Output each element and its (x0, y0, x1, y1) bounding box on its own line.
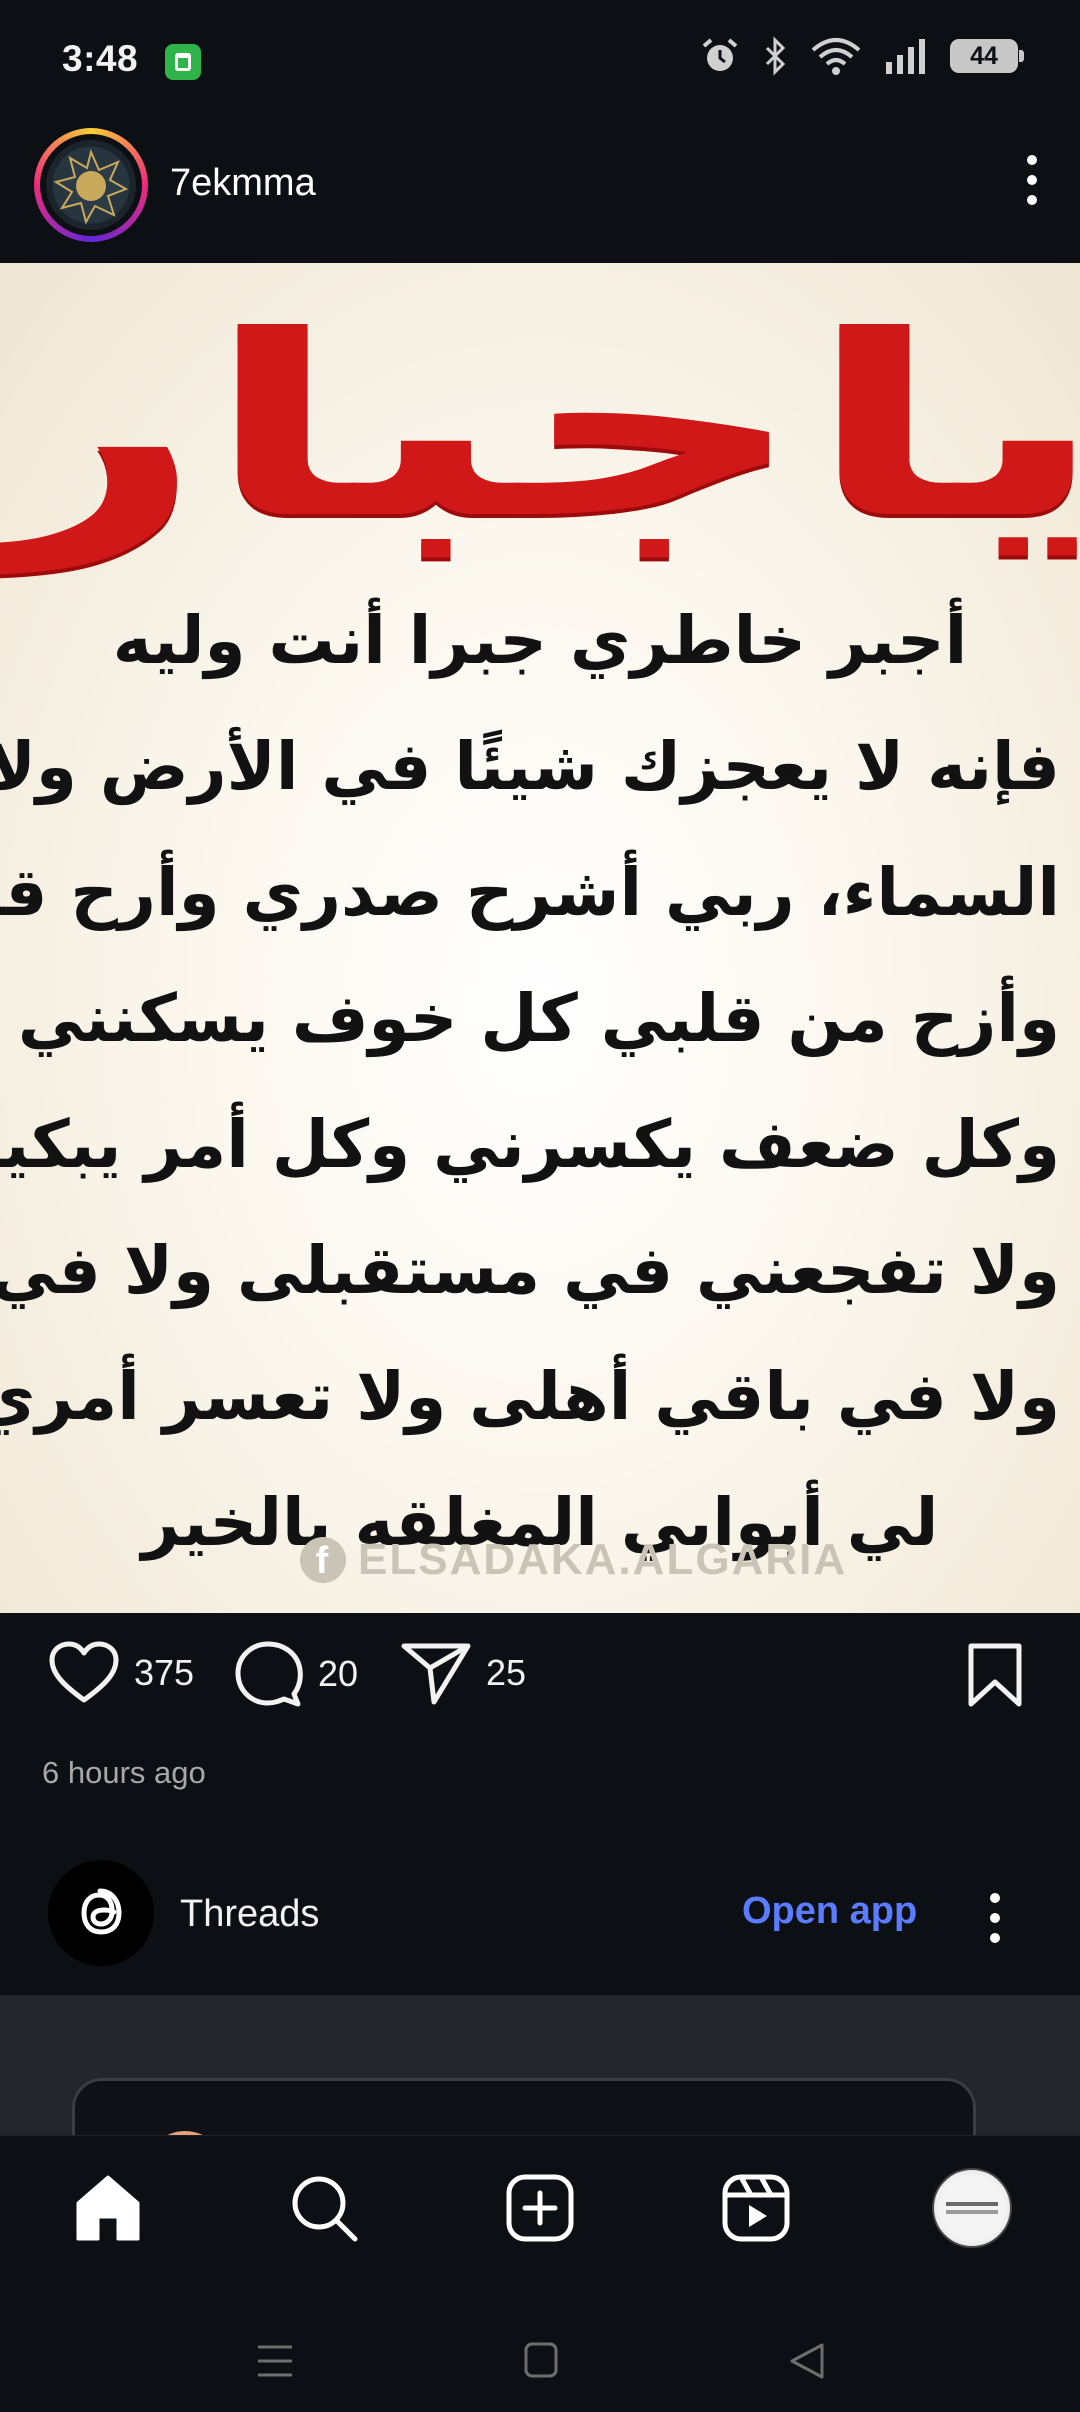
image-text-block: أجبر خاطري جبرا أنت وليه فإنه لا يعجزك ش… (0, 578, 1060, 1586)
nav-reels[interactable] (716, 2168, 796, 2248)
status-icons: 44 (700, 36, 1024, 76)
search-icon (292, 2176, 358, 2242)
create-icon (506, 2174, 574, 2242)
comment-button[interactable]: 20 (234, 1640, 358, 1708)
recents-icon[interactable] (255, 2343, 295, 2379)
nav-home[interactable] (68, 2168, 148, 2248)
status-bar: 3:48 44 (0, 0, 1080, 125)
threads-name: Threads (180, 1893, 320, 1935)
signal-icon (886, 39, 925, 74)
image-watermark: f ELSADAKA.ALGARIA (300, 1535, 847, 1585)
status-time: 3:48 (62, 38, 139, 79)
facebook-icon: f (300, 1537, 346, 1583)
avatar[interactable] (46, 140, 136, 230)
bluetooth-icon (765, 36, 786, 76)
open-app-button[interactable]: Open app (742, 1890, 917, 1933)
share-button[interactable]: 25 (400, 1640, 526, 1706)
system-nav-bar (0, 2285, 1080, 2412)
image-text-line: وكل ضعف يكسرني وكل أمر يبكيني (0, 1106, 1060, 1183)
like-count: 375 (134, 1652, 195, 1693)
like-button[interactable]: 375 (48, 1640, 194, 1706)
reels-icon (722, 2174, 790, 2242)
image-text-line: ولا في باقي أهلى ولا تعسر أمري وأفتح (0, 1358, 1060, 1435)
nav-create[interactable] (500, 2168, 580, 2248)
image-text-line: وأزح من قلبي كل خوف يسكنني (17, 980, 1060, 1057)
watermark-text: ELSADAKA.ALGARIA (358, 1535, 848, 1584)
comment-count: 20 (318, 1653, 359, 1694)
battery-icon: 44 (950, 39, 1024, 73)
share-count: 25 (486, 1652, 527, 1693)
back-icon[interactable] (788, 2341, 826, 2381)
post-header (0, 125, 1080, 263)
next-post-card[interactable] (72, 2078, 976, 2135)
threads-more-icon[interactable] (980, 1888, 1010, 1948)
story-ring[interactable] (34, 128, 148, 242)
profile-avatar (932, 2168, 1012, 2248)
home-icon (76, 2175, 140, 2241)
post-username[interactable]: 7ekmma (170, 162, 316, 205)
next-post-area (0, 1995, 1080, 2135)
alarm-icon (702, 38, 738, 71)
image-text-line: ولا تفجعني في مستقبلى ولا في نفسي (0, 1232, 1060, 1309)
image-text-line: أجبر خاطري جبرا أنت وليه (112, 602, 968, 679)
comment-icon (235, 1641, 303, 1707)
share-icon (401, 1643, 471, 1705)
post-image[interactable]: ياجبار أجبر خاطري جبرا أنت وليه فإنه لا … (0, 263, 1080, 1613)
notification-app-icon (165, 44, 201, 80)
post-timestamp: 6 hours ago (42, 1755, 206, 1790)
nav-search[interactable] (284, 2168, 364, 2248)
image-text-line: السماء، ربي أشرح صدري وأرح قلبي (0, 854, 1060, 931)
image-title: ياجبار (0, 282, 1080, 573)
home-button-icon[interactable] (523, 2341, 559, 2379)
image-text-line: فإنه لا يعجزك شيئًا في الأرض ولا في (0, 728, 1060, 805)
threads-banner (0, 1835, 1080, 1995)
threads-logo-icon[interactable] (48, 1860, 154, 1966)
nav-profile[interactable] (932, 2168, 1012, 2248)
heart-icon (49, 1641, 119, 1703)
wifi-icon (811, 38, 861, 75)
bookmark-icon[interactable] (965, 1642, 1025, 1708)
more-options-icon[interactable] (1014, 150, 1050, 210)
